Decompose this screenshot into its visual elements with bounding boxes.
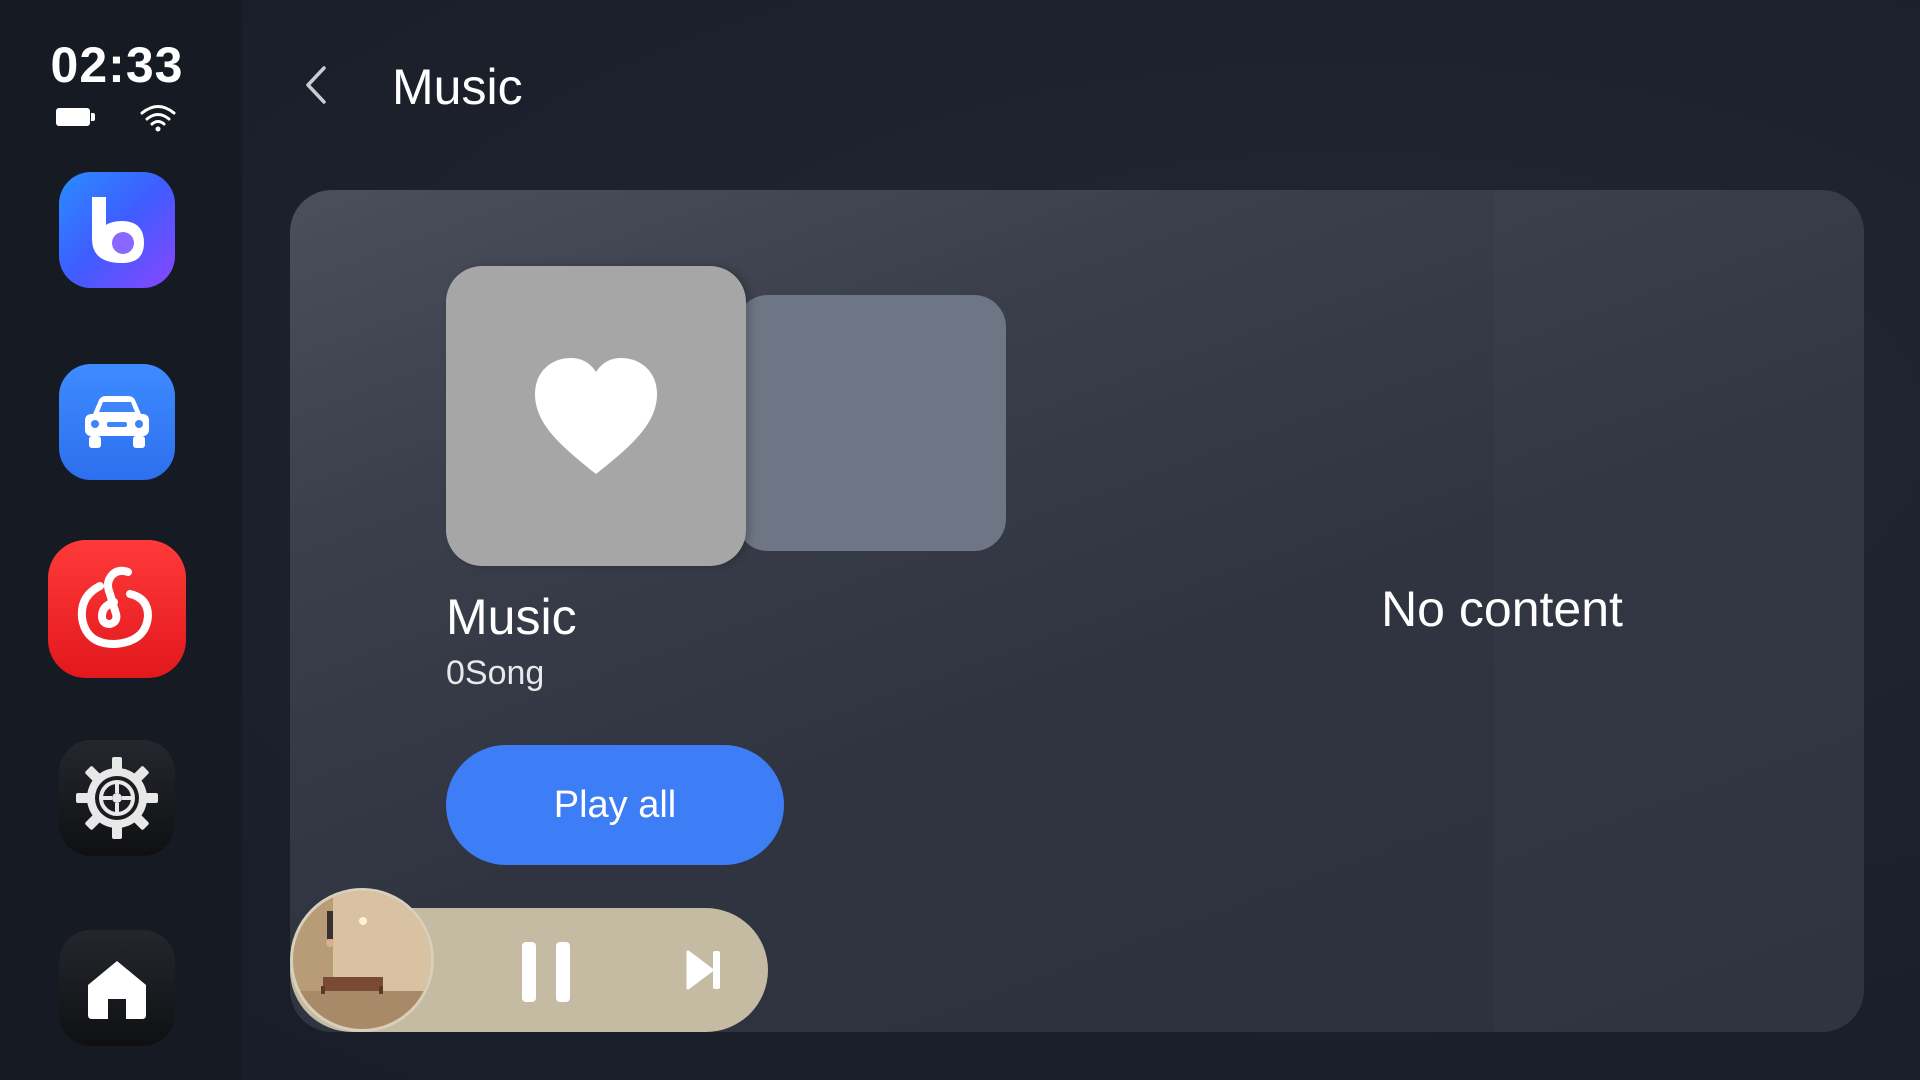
home-app-button[interactable] xyxy=(59,930,175,1046)
empty-state-text: No content xyxy=(1381,581,1623,637)
album-art-image xyxy=(293,891,431,1029)
pause-icon xyxy=(522,942,572,1002)
mini-player[interactable] xyxy=(290,888,768,1032)
play-all-button[interactable]: Play all xyxy=(446,745,784,865)
wifi-icon xyxy=(140,105,176,132)
page-title: Music xyxy=(392,59,523,115)
netease-music-icon xyxy=(77,566,153,649)
next-button[interactable] xyxy=(686,948,722,992)
battery-icon xyxy=(56,108,95,126)
car-app-button[interactable] xyxy=(59,364,175,480)
car-icon xyxy=(85,396,149,448)
playlist-cover[interactable] xyxy=(446,266,746,566)
netease-music-app-button[interactable] xyxy=(48,540,186,678)
playlist-name: Music xyxy=(446,589,577,645)
screen: 02:33 Music Music 0Song Play all No cont… xyxy=(0,0,1920,1080)
app-dock: 02:33 xyxy=(0,0,242,1080)
chevron-left-icon xyxy=(306,66,326,104)
cover-stack-layer xyxy=(736,295,1006,551)
heart-icon xyxy=(535,358,657,474)
home-icon xyxy=(88,961,146,1019)
settings-app-button[interactable] xyxy=(59,740,175,856)
back-button[interactable] xyxy=(296,60,336,110)
status-icons xyxy=(52,103,182,133)
pause-button[interactable] xyxy=(522,942,572,1002)
album-art[interactable] xyxy=(290,888,434,1032)
settings-icon xyxy=(76,757,158,839)
assistant-app-button[interactable] xyxy=(59,172,175,288)
song-count: 0Song xyxy=(446,654,545,692)
assistant-icon xyxy=(92,197,144,263)
skip-next-icon xyxy=(686,950,720,990)
playlist-card: Music 0Song Play all No content xyxy=(290,190,1864,1032)
status-time: 02:33 xyxy=(50,37,184,93)
